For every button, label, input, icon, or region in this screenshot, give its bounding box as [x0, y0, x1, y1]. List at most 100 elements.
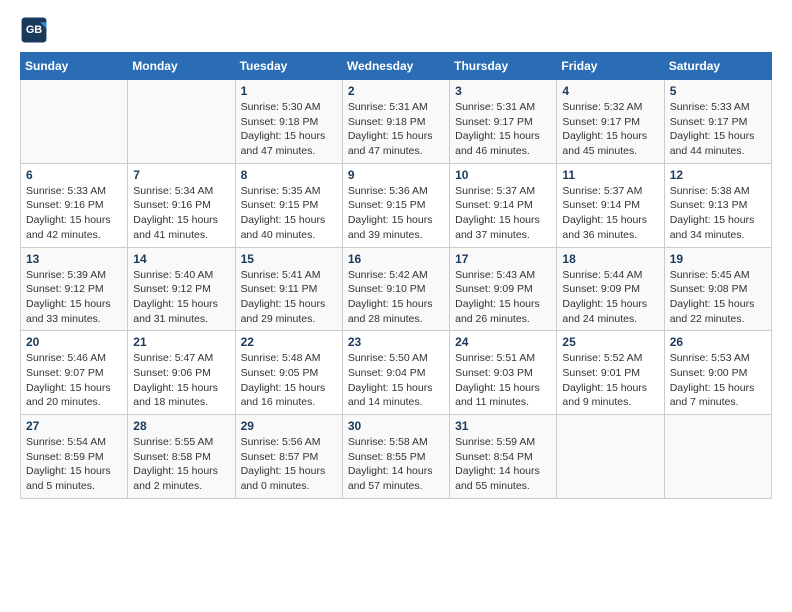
- calendar-cell: 25 Sunrise: 5:52 AMSunset: 9:01 PMDayligh…: [557, 331, 664, 415]
- day-number: 29: [241, 419, 337, 433]
- day-info: Sunrise: 5:31 AMSunset: 9:18 PMDaylight:…: [348, 100, 444, 159]
- day-number: 26: [670, 335, 766, 349]
- header-cell-wednesday: Wednesday: [342, 53, 449, 80]
- calendar-cell: 23 Sunrise: 5:50 AMSunset: 9:04 PMDayligh…: [342, 331, 449, 415]
- calendar-cell: [21, 80, 128, 164]
- header-cell-thursday: Thursday: [450, 53, 557, 80]
- calendar-cell: 7 Sunrise: 5:34 AMSunset: 9:16 PMDaylight…: [128, 163, 235, 247]
- calendar-cell: 10Sunrise: 5:37 AMSunset: 9:14 PMDayligh…: [450, 163, 557, 247]
- day-number: 18: [562, 252, 658, 266]
- calendar-cell: 26 Sunrise: 5:53 AMSunset: 9:00 PMDayligh…: [664, 331, 771, 415]
- day-number: 17: [455, 252, 551, 266]
- day-number: 20: [26, 335, 122, 349]
- calendar-table: SundayMondayTuesdayWednesdayThursdayFrid…: [20, 52, 772, 499]
- day-number: 13: [26, 252, 122, 266]
- day-number: 21: [133, 335, 229, 349]
- header-cell-tuesday: Tuesday: [235, 53, 342, 80]
- logo-icon: GB: [20, 16, 48, 44]
- day-info: Sunrise: 5:42 AMSunset: 9:10 PMDaylight:…: [348, 268, 444, 327]
- day-number: 16: [348, 252, 444, 266]
- day-number: 14: [133, 252, 229, 266]
- week-row: 27Sunrise: 5:54 AMSunset: 8:59 PMDayligh…: [21, 415, 772, 499]
- week-row: 20 Sunrise: 5:46 AMSunset: 9:07 PMDayligh…: [21, 331, 772, 415]
- calendar-cell: 17 Sunrise: 5:43 AMSunset: 9:09 PMDayligh…: [450, 247, 557, 331]
- day-info: Sunrise: 5:41 AMSunset: 9:11 PMDaylight:…: [241, 268, 337, 327]
- calendar-cell: 8Sunrise: 5:35 AMSunset: 9:15 PMDaylight…: [235, 163, 342, 247]
- calendar-cell: 1 Sunrise: 5:30 AMSunset: 9:18 PMDaylight…: [235, 80, 342, 164]
- calendar-cell: 9 Sunrise: 5:36 AMSunset: 9:15 PMDaylight…: [342, 163, 449, 247]
- calendar-cell: 19 Sunrise: 5:45 AMSunset: 9:08 PMDayligh…: [664, 247, 771, 331]
- day-info: Sunrise: 5:33 AMSunset: 9:16 PMDaylight:…: [26, 184, 122, 243]
- day-info: Sunrise: 5:36 AMSunset: 9:15 PMDaylight:…: [348, 184, 444, 243]
- day-number: 27: [26, 419, 122, 433]
- calendar-cell: 24 Sunrise: 5:51 AMSunset: 9:03 PMDayligh…: [450, 331, 557, 415]
- day-number: 7: [133, 168, 229, 182]
- header-cell-saturday: Saturday: [664, 53, 771, 80]
- calendar-cell: 30 Sunrise: 5:58 AMSunset: 8:55 PMDayligh…: [342, 415, 449, 499]
- day-info: Sunrise: 5:58 AMSunset: 8:55 PMDaylight:…: [348, 435, 444, 494]
- calendar-cell: 18Sunrise: 5:44 AMSunset: 9:09 PMDayligh…: [557, 247, 664, 331]
- day-info: Sunrise: 5:47 AMSunset: 9:06 PMDaylight:…: [133, 351, 229, 410]
- header-cell-monday: Monday: [128, 53, 235, 80]
- day-info: Sunrise: 5:32 AMSunset: 9:17 PMDaylight:…: [562, 100, 658, 159]
- day-info: Sunrise: 5:30 AMSunset: 9:18 PMDaylight:…: [241, 100, 337, 159]
- calendar-cell: 5Sunrise: 5:33 AMSunset: 9:17 PMDaylight…: [664, 80, 771, 164]
- day-info: Sunrise: 5:31 AMSunset: 9:17 PMDaylight:…: [455, 100, 551, 159]
- calendar-cell: 22 Sunrise: 5:48 AMSunset: 9:05 PMDayligh…: [235, 331, 342, 415]
- day-number: 28: [133, 419, 229, 433]
- calendar-cell: 31 Sunrise: 5:59 AMSunset: 8:54 PMDayligh…: [450, 415, 557, 499]
- day-info: Sunrise: 5:33 AMSunset: 9:17 PMDaylight:…: [670, 100, 766, 159]
- calendar-cell: 3 Sunrise: 5:31 AMSunset: 9:17 PMDaylight…: [450, 80, 557, 164]
- day-info: Sunrise: 5:46 AMSunset: 9:07 PMDaylight:…: [26, 351, 122, 410]
- calendar-cell: 14 Sunrise: 5:40 AMSunset: 9:12 PMDayligh…: [128, 247, 235, 331]
- calendar-cell: 15 Sunrise: 5:41 AMSunset: 9:11 PMDayligh…: [235, 247, 342, 331]
- day-info: Sunrise: 5:52 AMSunset: 9:01 PMDaylight:…: [562, 351, 658, 410]
- day-number: 23: [348, 335, 444, 349]
- calendar-cell: 13 Sunrise: 5:39 AMSunset: 9:12 PMDayligh…: [21, 247, 128, 331]
- day-info: Sunrise: 5:50 AMSunset: 9:04 PMDaylight:…: [348, 351, 444, 410]
- day-number: 25: [562, 335, 658, 349]
- day-number: 1: [241, 84, 337, 98]
- svg-text:GB: GB: [26, 24, 42, 36]
- header-cell-friday: Friday: [557, 53, 664, 80]
- day-number: 30: [348, 419, 444, 433]
- day-info: Sunrise: 5:56 AMSunset: 8:57 PMDaylight:…: [241, 435, 337, 494]
- day-info: Sunrise: 5:34 AMSunset: 9:16 PMDaylight:…: [133, 184, 229, 243]
- calendar-cell: 27Sunrise: 5:54 AMSunset: 8:59 PMDayligh…: [21, 415, 128, 499]
- day-number: 2: [348, 84, 444, 98]
- day-info: Sunrise: 5:43 AMSunset: 9:09 PMDaylight:…: [455, 268, 551, 327]
- calendar-body: 1 Sunrise: 5:30 AMSunset: 9:18 PMDaylight…: [21, 80, 772, 499]
- day-info: Sunrise: 5:53 AMSunset: 9:00 PMDaylight:…: [670, 351, 766, 410]
- calendar-cell: 20 Sunrise: 5:46 AMSunset: 9:07 PMDayligh…: [21, 331, 128, 415]
- day-info: Sunrise: 5:45 AMSunset: 9:08 PMDaylight:…: [670, 268, 766, 327]
- day-info: Sunrise: 5:40 AMSunset: 9:12 PMDaylight:…: [133, 268, 229, 327]
- calendar-cell: 6 Sunrise: 5:33 AMSunset: 9:16 PMDaylight…: [21, 163, 128, 247]
- day-number: 11: [562, 168, 658, 182]
- day-info: Sunrise: 5:39 AMSunset: 9:12 PMDaylight:…: [26, 268, 122, 327]
- day-number: 19: [670, 252, 766, 266]
- day-number: 8: [241, 168, 337, 182]
- logo: GB: [20, 16, 52, 44]
- day-number: 12: [670, 168, 766, 182]
- day-info: Sunrise: 5:38 AMSunset: 9:13 PMDaylight:…: [670, 184, 766, 243]
- page-header: GB: [20, 16, 772, 44]
- day-number: 9: [348, 168, 444, 182]
- calendar-cell: 16 Sunrise: 5:42 AMSunset: 9:10 PMDayligh…: [342, 247, 449, 331]
- day-number: 15: [241, 252, 337, 266]
- week-row: 1 Sunrise: 5:30 AMSunset: 9:18 PMDaylight…: [21, 80, 772, 164]
- calendar-cell: [128, 80, 235, 164]
- calendar-cell: 11Sunrise: 5:37 AMSunset: 9:14 PMDayligh…: [557, 163, 664, 247]
- day-info: Sunrise: 5:48 AMSunset: 9:05 PMDaylight:…: [241, 351, 337, 410]
- day-number: 6: [26, 168, 122, 182]
- calendar-cell: 28Sunrise: 5:55 AMSunset: 8:58 PMDayligh…: [128, 415, 235, 499]
- day-number: 4: [562, 84, 658, 98]
- day-info: Sunrise: 5:59 AMSunset: 8:54 PMDaylight:…: [455, 435, 551, 494]
- day-number: 22: [241, 335, 337, 349]
- day-number: 24: [455, 335, 551, 349]
- day-number: 3: [455, 84, 551, 98]
- calendar-header: SundayMondayTuesdayWednesdayThursdayFrid…: [21, 53, 772, 80]
- calendar-cell: [664, 415, 771, 499]
- day-info: Sunrise: 5:37 AMSunset: 9:14 PMDaylight:…: [455, 184, 551, 243]
- day-info: Sunrise: 5:51 AMSunset: 9:03 PMDaylight:…: [455, 351, 551, 410]
- day-number: 31: [455, 419, 551, 433]
